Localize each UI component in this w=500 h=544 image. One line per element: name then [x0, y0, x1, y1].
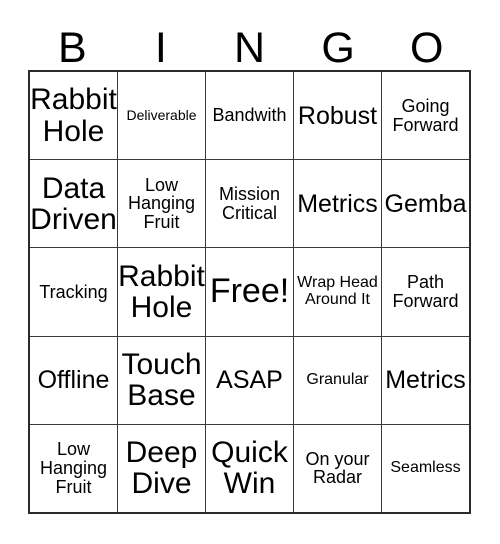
bingo-cell-n4[interactable]: ASAP — [206, 336, 294, 424]
bingo-header-letter-i: I — [154, 24, 167, 72]
bingo-cell-o5[interactable]: Seamless — [382, 425, 469, 512]
bingo-cell-g4[interactable]: Granular — [294, 336, 382, 424]
bingo-header-letter-b: B — [57, 24, 87, 72]
bingo-cell-o1[interactable]: Going Forward — [382, 72, 469, 159]
bingo-cell-n5[interactable]: Quick Win — [206, 424, 294, 513]
bingo-row: Rabbit Hole Deliverable Bandwith Robust … — [30, 72, 469, 161]
bingo-header-letter-o: O — [409, 24, 444, 72]
bingo-cell-i4[interactable]: Touch Base — [118, 336, 206, 424]
bingo-cell-g2[interactable]: Metrics — [294, 160, 382, 248]
bingo-row: Offline Touch Base ASAP Granular Metrics — [30, 336, 469, 425]
bingo-row: Tracking Rabbit Hole Free! Wrap Head Aro… — [30, 248, 469, 337]
bingo-cell-n2[interactable]: Mission Critical — [206, 160, 294, 248]
bingo-cell-b2[interactable]: Data Driven — [30, 160, 118, 248]
bingo-row: Low Hanging Fruit Deep Dive Quick Win On… — [30, 424, 469, 513]
bingo-cell-free-space[interactable]: Free! — [206, 248, 294, 336]
bingo-cell-b4[interactable]: Offline — [30, 336, 118, 424]
bingo-cell-b1[interactable]: Rabbit Hole — [30, 72, 118, 160]
bingo-card: B I N G O Rabbit Hole Deliverable Bandwi… — [0, 0, 500, 544]
bingo-cell-g1[interactable]: Robust — [294, 72, 382, 160]
bingo-cell-i3[interactable]: Rabbit Hole — [118, 248, 206, 336]
bingo-cell-o2[interactable]: Gemba — [382, 160, 469, 247]
bingo-row: Data Driven Low Hanging Fruit Mission Cr… — [30, 160, 469, 249]
bingo-cell-b5[interactable]: Low Hanging Fruit — [30, 424, 118, 513]
bingo-cell-g3[interactable]: Wrap Head Around It — [294, 248, 382, 336]
bingo-cell-o4[interactable]: Metrics — [382, 337, 469, 424]
bingo-header-letter-n: N — [233, 24, 266, 72]
bingo-cell-n1[interactable]: Bandwith — [206, 72, 294, 160]
bingo-cell-o3[interactable]: Path Forward — [382, 248, 469, 335]
bingo-cell-i5[interactable]: Deep Dive — [118, 424, 206, 513]
bingo-header: B I N G O — [28, 16, 471, 70]
bingo-cell-i2[interactable]: Low Hanging Fruit — [118, 160, 206, 248]
bingo-cell-g5[interactable]: On your Radar — [294, 424, 382, 513]
bingo-cell-i1[interactable]: Deliverable — [118, 72, 206, 160]
bingo-grid: Rabbit Hole Deliverable Bandwith Robust … — [28, 70, 471, 514]
bingo-cell-b3[interactable]: Tracking — [30, 248, 118, 336]
bingo-header-letter-g: G — [321, 24, 355, 72]
